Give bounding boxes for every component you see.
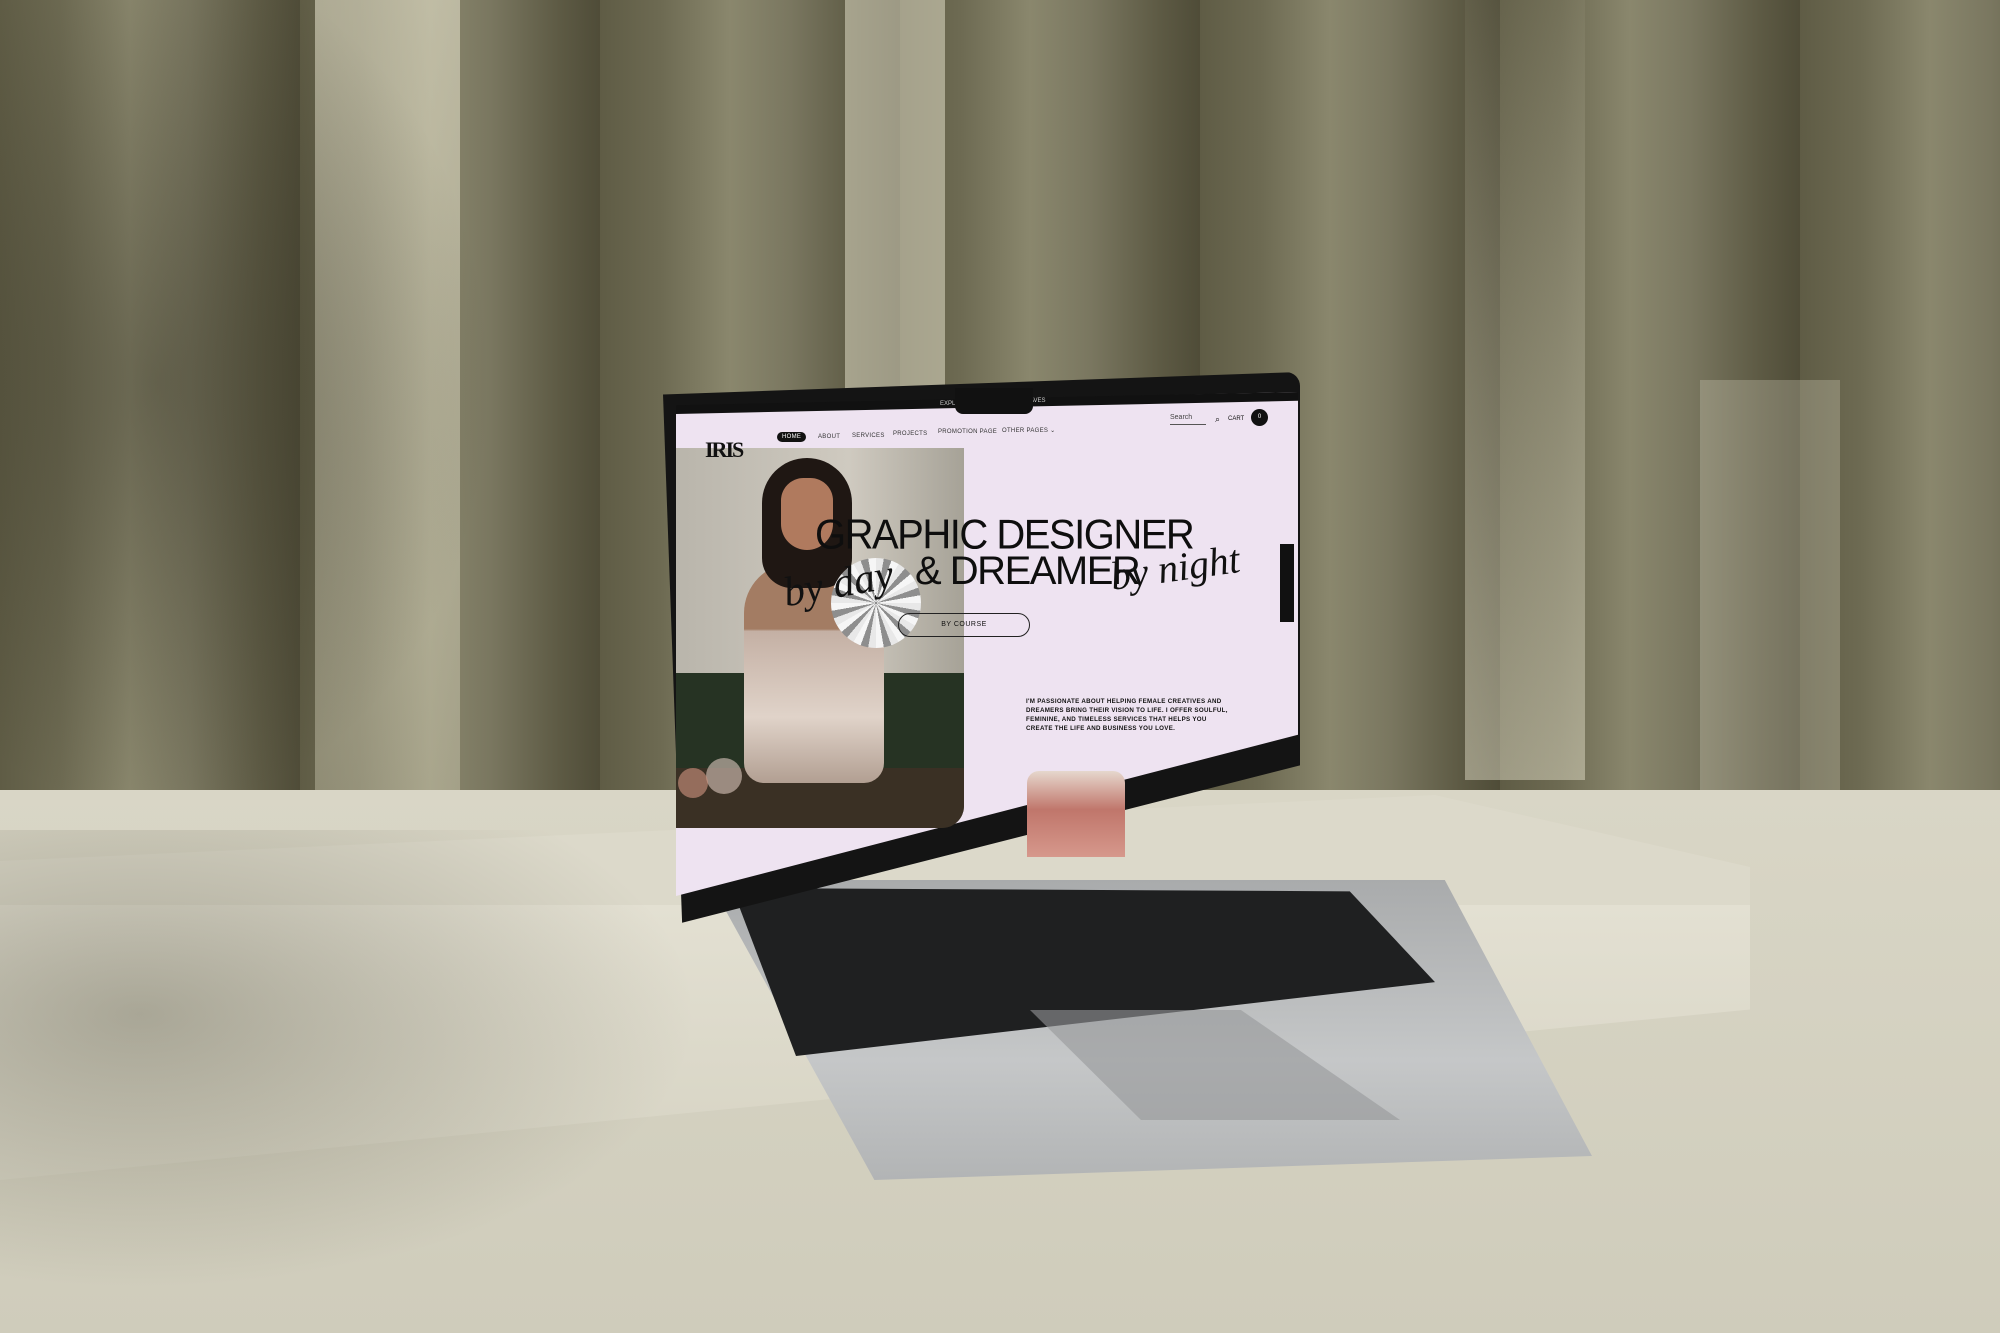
site-logo[interactable]: IRIS bbox=[705, 437, 744, 463]
glass bbox=[706, 758, 742, 794]
plant-shadow bbox=[0, 0, 520, 850]
nav-other-pages-label: OTHER PAGES bbox=[1002, 428, 1049, 434]
course-cta-button[interactable]: BY COURSE bbox=[898, 613, 1030, 637]
hero-title-line2: & DREAMER bbox=[915, 549, 1141, 593]
nav-projects[interactable]: PROJECTS bbox=[893, 431, 927, 437]
nav-other-pages[interactable]: OTHER PAGES ⌄ bbox=[1002, 427, 1056, 434]
chevron-down-icon: ⌄ bbox=[1050, 428, 1056, 434]
nav-about[interactable]: ABOUT bbox=[818, 434, 840, 440]
cart-count-badge[interactable]: 0 bbox=[1251, 409, 1268, 426]
nav-home[interactable]: HOME bbox=[777, 432, 807, 442]
leaf-shadow bbox=[0, 830, 700, 1290]
cart-link[interactable]: CART bbox=[1228, 416, 1244, 422]
glass bbox=[678, 768, 708, 798]
secondary-photo bbox=[1027, 771, 1125, 857]
side-tab[interactable] bbox=[1280, 544, 1294, 622]
light-stripe bbox=[845, 0, 945, 400]
light-stripe bbox=[1700, 380, 1840, 800]
light-stripe bbox=[1465, 0, 1585, 780]
camera-notch bbox=[955, 388, 1033, 414]
nav-services[interactable]: SERVICES bbox=[852, 433, 885, 439]
scene: EXPLO AVES IRIS HOME ABOUT SERVICES PROJ… bbox=[0, 0, 2000, 1333]
search-input[interactable]: Search bbox=[1170, 414, 1206, 425]
search-icon[interactable]: ⌕ bbox=[1215, 414, 1220, 425]
nav-promotion-page[interactable]: PROMOTION PAGE bbox=[938, 429, 997, 435]
about-blurb: I'M PASSIONATE ABOUT HELPING FEMALE CREA… bbox=[1026, 698, 1228, 732]
hero-photo bbox=[676, 448, 964, 828]
